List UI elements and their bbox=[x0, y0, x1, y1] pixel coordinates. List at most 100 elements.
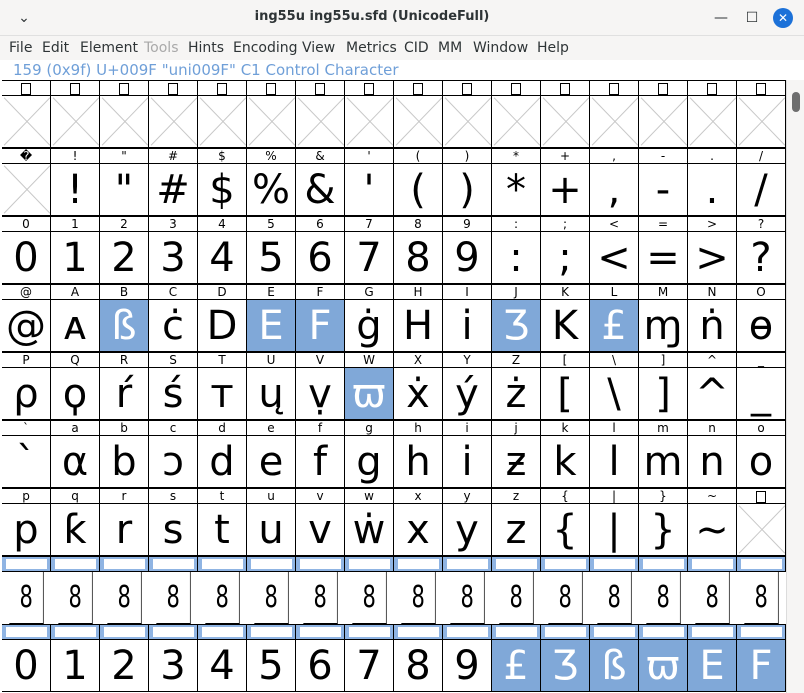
menu-file[interactable]: File bbox=[9, 40, 32, 56]
glyph-cell[interactable]: @ bbox=[2, 300, 51, 352]
glyph-cell[interactable]: 8 bbox=[205, 572, 240, 624]
glyph-cell[interactable]: v bbox=[296, 504, 345, 556]
glyph-cell[interactable]: ƶ bbox=[492, 436, 541, 488]
glyph-cell[interactable]: d bbox=[198, 436, 247, 488]
glyph-cell[interactable]: \ bbox=[590, 368, 639, 420]
glyph-cell[interactable] bbox=[492, 96, 541, 148]
glyph-cell[interactable]: E bbox=[247, 300, 296, 352]
glyph-cell[interactable]: 8 bbox=[401, 572, 436, 624]
glyph-cell[interactable]: < bbox=[590, 232, 639, 284]
glyph-cell[interactable]: . bbox=[688, 164, 737, 216]
glyph-cell[interactable]: ϙ bbox=[51, 368, 100, 420]
glyph-cell[interactable]: 2 bbox=[100, 640, 149, 692]
glyph-cell[interactable]: 8 bbox=[352, 572, 387, 624]
glyph-cell[interactable]: ṅ bbox=[688, 300, 737, 352]
glyph-cell[interactable]: t bbox=[198, 504, 247, 556]
glyph-cell[interactable]: 7 bbox=[345, 232, 394, 284]
menu-cid[interactable]: CID bbox=[404, 40, 429, 56]
glyph-cell[interactable]: ' bbox=[345, 164, 394, 216]
glyph-cell[interactable]: - bbox=[639, 164, 688, 216]
glyph-cell[interactable]: g bbox=[345, 436, 394, 488]
glyph-cell[interactable]: 8 bbox=[394, 640, 443, 692]
glyph-cell[interactable]: ý bbox=[443, 368, 492, 420]
glyph-cell[interactable]: z bbox=[492, 504, 541, 556]
close-icon[interactable]: ✕ bbox=[773, 8, 793, 28]
glyph-cell[interactable] bbox=[100, 96, 149, 148]
glyph-cell[interactable]: _ bbox=[737, 368, 786, 420]
glyph-cell[interactable]: 0 bbox=[2, 640, 51, 692]
glyph-cell[interactable]: ϖ bbox=[345, 368, 394, 420]
maximize-icon[interactable]: ☐ bbox=[742, 8, 762, 28]
glyph-cell[interactable]: ß bbox=[590, 640, 639, 692]
glyph-cell[interactable]: [ bbox=[541, 368, 590, 420]
scrollbar-thumb[interactable] bbox=[792, 92, 800, 112]
glyph-cell[interactable]: ϖ bbox=[639, 640, 688, 692]
glyph-cell[interactable] bbox=[394, 96, 443, 148]
glyph-cell[interactable]: $ bbox=[198, 164, 247, 216]
glyph-cell[interactable]: 6 bbox=[296, 640, 345, 692]
glyph-cell[interactable]: Ʒ bbox=[492, 300, 541, 352]
menu-hints[interactable]: Hints bbox=[188, 40, 224, 56]
glyph-cell[interactable]: 7 bbox=[345, 640, 394, 692]
glyph-cell[interactable]: £ bbox=[590, 300, 639, 352]
glyph-cell[interactable]: 8 bbox=[548, 572, 583, 624]
glyph-cell[interactable]: ^ bbox=[688, 368, 737, 420]
glyph-cell[interactable]: & bbox=[296, 164, 345, 216]
glyph-cell[interactable] bbox=[688, 96, 737, 148]
glyph-cell[interactable]: 8 bbox=[695, 572, 730, 624]
menu-window[interactable]: Window bbox=[473, 40, 528, 56]
menu-encoding[interactable]: Encoding bbox=[233, 40, 298, 56]
menu-metrics[interactable]: Metrics bbox=[346, 40, 397, 56]
glyph-cell[interactable] bbox=[247, 96, 296, 148]
glyph-cell[interactable]: 8 bbox=[394, 232, 443, 284]
glyph-cell[interactable] bbox=[2, 96, 51, 148]
glyph-cell[interactable]: ẇ bbox=[345, 504, 394, 556]
glyph-cell[interactable]: " bbox=[100, 164, 149, 216]
glyph-cell[interactable]: ɔ bbox=[149, 436, 198, 488]
glyph-cell[interactable]: 6 bbox=[296, 232, 345, 284]
glyph-cell[interactable]: = bbox=[639, 232, 688, 284]
menu-mm[interactable]: MM bbox=[438, 40, 462, 56]
glyph-cell[interactable]: Ʒ bbox=[541, 640, 590, 692]
glyph-cell[interactable]: ś bbox=[149, 368, 198, 420]
glyph-cell[interactable]: / bbox=[737, 164, 786, 216]
glyph-cell[interactable]: i bbox=[443, 436, 492, 488]
glyph-cell[interactable]: % bbox=[247, 164, 296, 216]
glyph-cell[interactable]: ß bbox=[100, 300, 149, 352]
vertical-scrollbar[interactable] bbox=[786, 80, 804, 693]
glyph-cell[interactable]: 2 bbox=[100, 232, 149, 284]
glyph-cell[interactable]: s bbox=[149, 504, 198, 556]
glyph-cell[interactable]: { bbox=[541, 504, 590, 556]
glyph-cell[interactable]: ` bbox=[2, 436, 51, 488]
glyph-cell[interactable]: b bbox=[100, 436, 149, 488]
glyph-cell[interactable]: ż bbox=[492, 368, 541, 420]
glyph-cell[interactable]: ṿ bbox=[296, 368, 345, 420]
font-view-grid[interactable]: 101112131415161718191A1B1C1D1E1F�!!""##$… bbox=[2, 80, 786, 693]
glyph-cell[interactable]: 9 bbox=[443, 640, 492, 692]
glyph-cell[interactable]: > bbox=[688, 232, 737, 284]
glyph-cell[interactable]: ~ bbox=[688, 504, 737, 556]
glyph-cell[interactable]: D bbox=[198, 300, 247, 352]
glyph-cell[interactable]: ɱ bbox=[639, 300, 688, 352]
glyph-cell[interactable]: m bbox=[639, 436, 688, 488]
menu-edit[interactable]: Edit bbox=[42, 40, 69, 56]
glyph-cell[interactable]: 8 bbox=[303, 572, 338, 624]
glyph-cell[interactable] bbox=[345, 96, 394, 148]
glyph-cell[interactable]: : bbox=[492, 232, 541, 284]
glyph-cell[interactable]: 1 bbox=[51, 640, 100, 692]
glyph-cell[interactable]: 8 bbox=[450, 572, 485, 624]
glyph-cell[interactable]: 8 bbox=[744, 572, 779, 624]
glyph-cell[interactable]: α bbox=[51, 436, 100, 488]
glyph-cell[interactable]: n bbox=[688, 436, 737, 488]
glyph-cell[interactable]: y bbox=[443, 504, 492, 556]
glyph-cell[interactable] bbox=[149, 96, 198, 148]
glyph-cell[interactable]: 8 bbox=[597, 572, 632, 624]
glyph-cell[interactable]: 3 bbox=[149, 640, 198, 692]
glyph-cell[interactable] bbox=[737, 504, 786, 556]
glyph-cell[interactable] bbox=[2, 164, 51, 216]
glyph-cell[interactable]: 8 bbox=[9, 572, 44, 624]
glyph-cell[interactable]: ! bbox=[51, 164, 100, 216]
glyph-cell[interactable]: ᴀ bbox=[51, 300, 100, 352]
glyph-cell[interactable]: # bbox=[149, 164, 198, 216]
glyph-cell[interactable]: p bbox=[2, 504, 51, 556]
